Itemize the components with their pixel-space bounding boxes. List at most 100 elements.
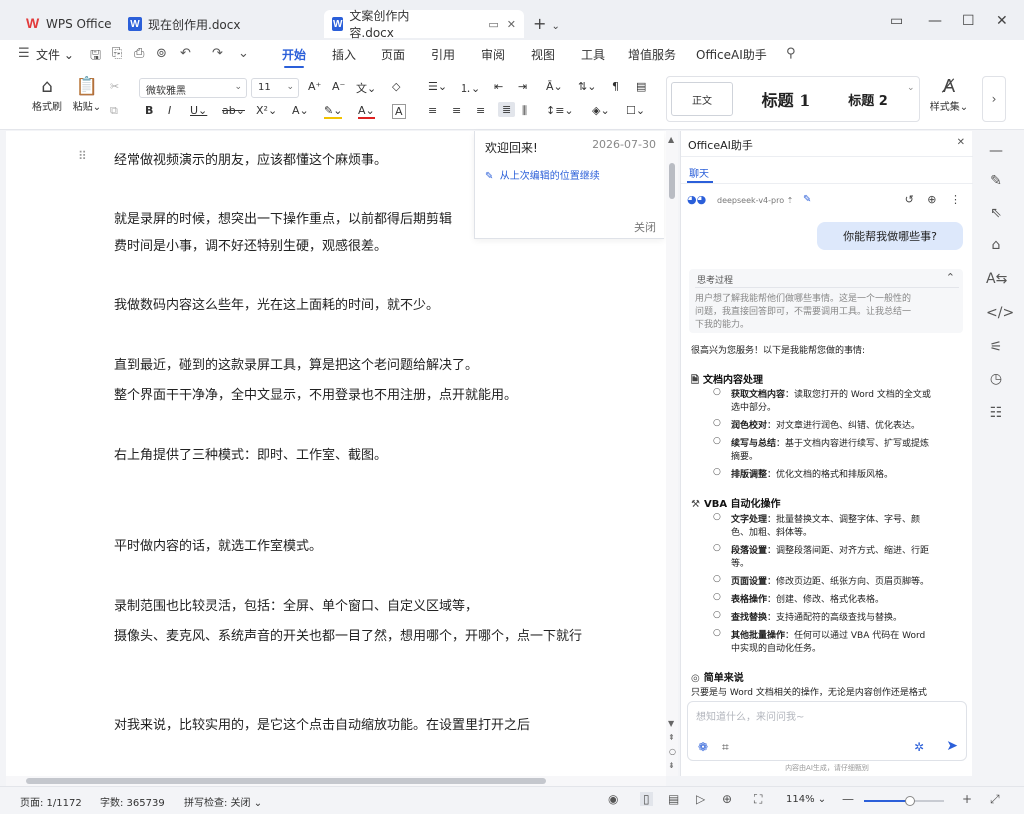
ribbon-expand-button[interactable]: › [982, 76, 1006, 122]
file-menu[interactable]: 文件 ⌄ [36, 46, 74, 63]
print-icon[interactable]: ⎙ [134, 46, 144, 61]
text-direction-icon[interactable]: Ā⌄ [546, 80, 563, 93]
style-set-button[interactable]: A̸ 样式集⌄ [924, 76, 974, 113]
font-color-icon[interactable]: A⌄ [358, 104, 375, 119]
outline-icon[interactable]: ☷ [986, 405, 1006, 421]
tab-chat[interactable]: 聊天 [689, 165, 709, 180]
paragraph[interactable]: 费时间是小事，调不好还特别生硬，观感很差。 [114, 235, 387, 254]
hamburger-icon[interactable]: ☰ [18, 46, 30, 61]
tab-insert[interactable]: 插入 [332, 46, 356, 63]
style-scroll-icon[interactable]: ⌄ [907, 83, 915, 93]
align-center-icon[interactable]: ≡ [452, 104, 461, 117]
paragraph[interactable]: 我做数码内容这么些年，光在这上面耗的时间，就不少。 [114, 294, 439, 313]
minimize-icon[interactable]: — [928, 13, 942, 29]
settings-sliders-icon[interactable]: ⚟ [986, 339, 1006, 355]
tab-view[interactable]: 视图 [531, 46, 555, 63]
font-size-select[interactable]: 11 ⌄ [251, 78, 299, 98]
web-view-icon[interactable]: ⊕ [722, 792, 732, 806]
char-border-icon[interactable]: A [392, 104, 406, 119]
cut-icon[interactable]: ✂ [110, 80, 119, 93]
screenshot-icon[interactable]: ⌗ [722, 740, 729, 755]
paragraph[interactable]: 右上角提供了三种模式：即时、工作室、截图。 [114, 444, 387, 463]
next-page-icon[interactable]: ⇟ [668, 761, 675, 770]
new-chat-icon[interactable]: ⊕ [927, 193, 936, 206]
close-window-icon[interactable]: ✕ [996, 13, 1008, 29]
bold-icon[interactable]: B [145, 104, 153, 117]
tab-value-services[interactable]: 增值服务 [628, 46, 676, 63]
increase-indent-icon[interactable]: ⇥ [518, 80, 527, 93]
strikethrough-icon[interactable]: ab⌄ [222, 104, 245, 117]
spell-check[interactable]: 拼写检查: 关闭 ⌄ [184, 794, 262, 809]
style-heading-2[interactable]: 标题 2 [835, 82, 901, 116]
paste-button[interactable]: 📋 粘贴⌄ [70, 76, 104, 113]
zoom-in-icon[interactable]: + [962, 792, 972, 806]
paragraph[interactable]: 录制范围也比较灵活，包括：全屏、单个窗口、自定义区域等， [114, 595, 478, 614]
paragraph[interactable]: 摄像头、麦克风、系统声音的开关也都一目了然，想用哪个，开哪个，点一下就行 [114, 625, 582, 644]
select-cursor-icon[interactable]: ⇖ [986, 205, 1006, 221]
eye-protect-icon[interactable]: ◉ [608, 792, 618, 806]
new-tab-button[interactable]: + ⌄ [533, 14, 560, 33]
align-left-icon[interactable]: ≡ [428, 104, 437, 117]
preview-icon[interactable]: ⊚ [156, 46, 167, 61]
shading-icon[interactable]: ◈⌄ [592, 104, 610, 117]
collapse-icon[interactable]: — [986, 143, 1006, 159]
doc-tab-1[interactable]: W 现在创作用.docx [120, 10, 316, 38]
plugin-icon[interactable]: ❁ [698, 740, 708, 754]
browse-object-icon[interactable]: ○ [669, 747, 676, 756]
italic-icon[interactable]: I [168, 104, 171, 117]
tab-officeai[interactable]: OfficeAI助手 [696, 46, 767, 63]
superscript-icon[interactable]: X²⌄ [256, 104, 277, 117]
resume-edit-link[interactable]: ✎ 从上次编辑的位置继续 [485, 167, 600, 182]
document-scroll-thumb[interactable] [669, 163, 675, 199]
sort-icon[interactable]: ⇅⌄ [578, 80, 596, 93]
paragraph[interactable]: 直到最近，碰到的这款录屏工具，算是把这个老问题给解决了。 [114, 354, 478, 373]
fullscreen-icon[interactable]: ⤢ [990, 792, 1000, 807]
outline-view-icon[interactable]: ▤ [668, 792, 679, 806]
paragraph[interactable]: 整个界面干干净净，全中文显示，不用登录也不用注册，点开就能用。 [114, 384, 517, 403]
justify-icon[interactable]: ≣ [498, 102, 516, 117]
word-count[interactable]: 字数: 365739 [100, 794, 165, 809]
tab-page[interactable]: 页面 [381, 46, 405, 63]
zoom-out-icon[interactable]: — [842, 792, 854, 806]
undo-icon[interactable]: ↶ [180, 46, 191, 61]
translate-icon[interactable]: A⇆ [986, 271, 1007, 287]
chat-input[interactable] [696, 708, 956, 726]
zoom-level[interactable]: 114% ⌄ [786, 794, 826, 805]
format-painter-button[interactable]: ⌂ 格式刷 [30, 76, 64, 113]
font-name-select[interactable]: 微软雅黑 ⌄ [139, 78, 247, 98]
code-icon[interactable]: </> [986, 305, 1014, 321]
collapse-chevron-icon[interactable]: ⌃ [946, 271, 955, 284]
borders-icon[interactable]: ☐⌄ [626, 104, 645, 117]
copy-icon[interactable]: ⧉ [110, 104, 118, 118]
model-edit-icon[interactable]: ✎ [803, 194, 811, 205]
history-icon[interactable]: ↺ [905, 193, 914, 206]
horizontal-scroll-thumb[interactable] [26, 778, 546, 784]
scroll-up-icon[interactable]: ▲ [668, 135, 674, 144]
clock-icon[interactable]: ◷ [986, 371, 1006, 387]
style-heading-1[interactable]: 标题 1 [751, 82, 821, 116]
paragraph[interactable]: 经常做视频演示的朋友，应该都懂这个麻烦事。 [114, 149, 387, 168]
lock-icon[interactable]: ⌂ [986, 237, 1006, 253]
paragraph[interactable]: 就是录屏的时候，想突出一下操作重点，以前都得后期剪辑 [114, 208, 452, 227]
table-layout-icon[interactable]: ▤ [636, 80, 646, 93]
welcome-close-button[interactable]: 关闭 [634, 219, 656, 235]
paragraph[interactable]: 对我来说，比较实用的，是它这个点击自动缩放功能。在设置里打开之后 [114, 714, 530, 733]
decrease-indent-icon[interactable]: ⇤ [494, 80, 503, 93]
underline-icon[interactable]: U⌄ [190, 104, 207, 117]
zoom-slider-knob[interactable] [905, 796, 915, 806]
tab-close-icon[interactable]: ✕ [507, 18, 516, 31]
document-scrollbar[interactable]: ▲ ▼ ⇞ ○ ⇟ [666, 131, 678, 776]
more-quick-icon[interactable]: ⌄ [238, 46, 249, 61]
horizontal-scrollbar[interactable] [6, 776, 666, 786]
share-icon[interactable]: ⎘ [112, 46, 122, 61]
phonetic-icon[interactable]: 文⌄ [356, 80, 376, 96]
tab-float-icon[interactable]: ▭ [488, 18, 498, 31]
play-icon[interactable]: ▷ [696, 792, 705, 806]
model-name[interactable]: deepseek-v4-pro ⇡ [717, 196, 793, 205]
bullets-icon[interactable]: ☰⌄ [428, 80, 447, 93]
pen-icon[interactable]: ✎ [986, 173, 1006, 189]
send-icon[interactable]: ➤ [946, 738, 958, 754]
save-icon[interactable]: 🖫 [90, 46, 101, 68]
text-effect-icon[interactable]: A⌄ [292, 104, 309, 117]
more-options-icon[interactable]: ⋮ [950, 193, 961, 206]
